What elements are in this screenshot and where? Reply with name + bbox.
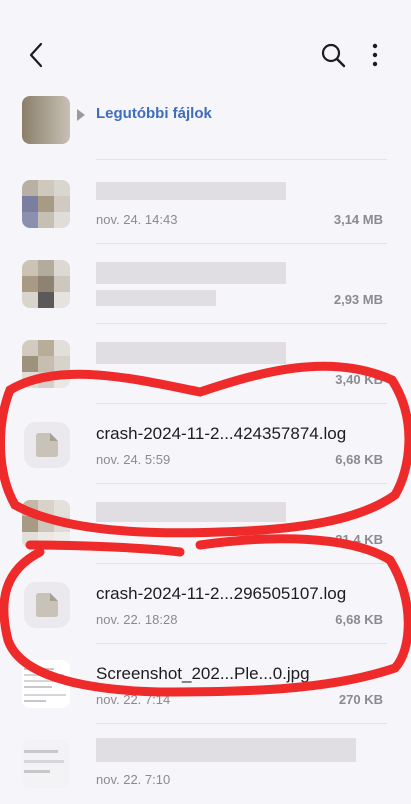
file-thumbnail: [22, 260, 70, 308]
divider: [96, 159, 387, 160]
list-item[interactable]: nov. 24. 14:43 3,14 MB: [0, 164, 411, 244]
file-date: nov. 22. 18:28: [96, 612, 178, 627]
file-size: 3,40 KB: [335, 372, 383, 387]
file-thumbnail: [22, 740, 70, 788]
redacted-filename: [96, 262, 286, 284]
file-size: 270 KB: [338, 692, 383, 707]
back-arrow-icon[interactable]: [22, 40, 52, 70]
list-item[interactable]: nov. 22. 7:10: [0, 724, 411, 804]
file-date: nov. 24. 5:59: [96, 452, 171, 467]
list-item[interactable]: crash-2024-11-2...424357874.log nov. 24.…: [0, 404, 411, 484]
file-date: nov. 22. 7:14: [96, 692, 171, 707]
file-size: 3,14 MB: [333, 212, 383, 227]
file-date: nov. 24. 14:43: [96, 212, 178, 227]
list-item[interactable]: crash-2024-11-2...296505107.log nov. 22.…: [0, 564, 411, 644]
redacted-filename: [96, 738, 356, 762]
file-name: crash-2024-11-2...424357874.log: [96, 424, 347, 443]
redacted-filename: [96, 342, 286, 364]
list-item[interactable]: 3,40 KB: [0, 324, 411, 404]
redacted-filename: [96, 502, 286, 522]
file-name: crash-2024-11-2...296505107.log: [96, 584, 347, 603]
file-thumbnail: [22, 180, 70, 228]
file-thumbnail: [22, 96, 70, 144]
file-thumbnail: [22, 340, 70, 388]
search-icon[interactable]: [318, 40, 348, 70]
more-vert-icon[interactable]: [360, 40, 390, 70]
file-date: nov. 22. 7:10: [96, 772, 171, 787]
file-thumbnail: [22, 660, 70, 708]
file-thumbnail: [22, 500, 70, 548]
file-size: 6,68 KB: [335, 452, 383, 467]
file-size: 6,68 KB: [335, 612, 383, 627]
file-list: nov. 24. 14:43 3,14 MB 2,93 MB 3,40 KB c…: [0, 96, 411, 800]
document-file-icon: [24, 422, 70, 468]
list-item[interactable]: [0, 80, 411, 160]
document-file-icon: [24, 582, 70, 628]
list-item[interactable]: 21,4 KB: [0, 484, 411, 564]
redacted-filename: [96, 182, 286, 200]
file-size: 21,4 KB: [335, 532, 383, 547]
redacted-date: [96, 290, 216, 306]
file-name: Screenshot_202...Ple...0.jpg: [96, 664, 310, 683]
list-item[interactable]: 2,93 MB: [0, 244, 411, 324]
list-item[interactable]: Screenshot_202...Ple...0.jpg nov. 22. 7:…: [0, 644, 411, 724]
file-size: 2,93 MB: [333, 292, 383, 307]
